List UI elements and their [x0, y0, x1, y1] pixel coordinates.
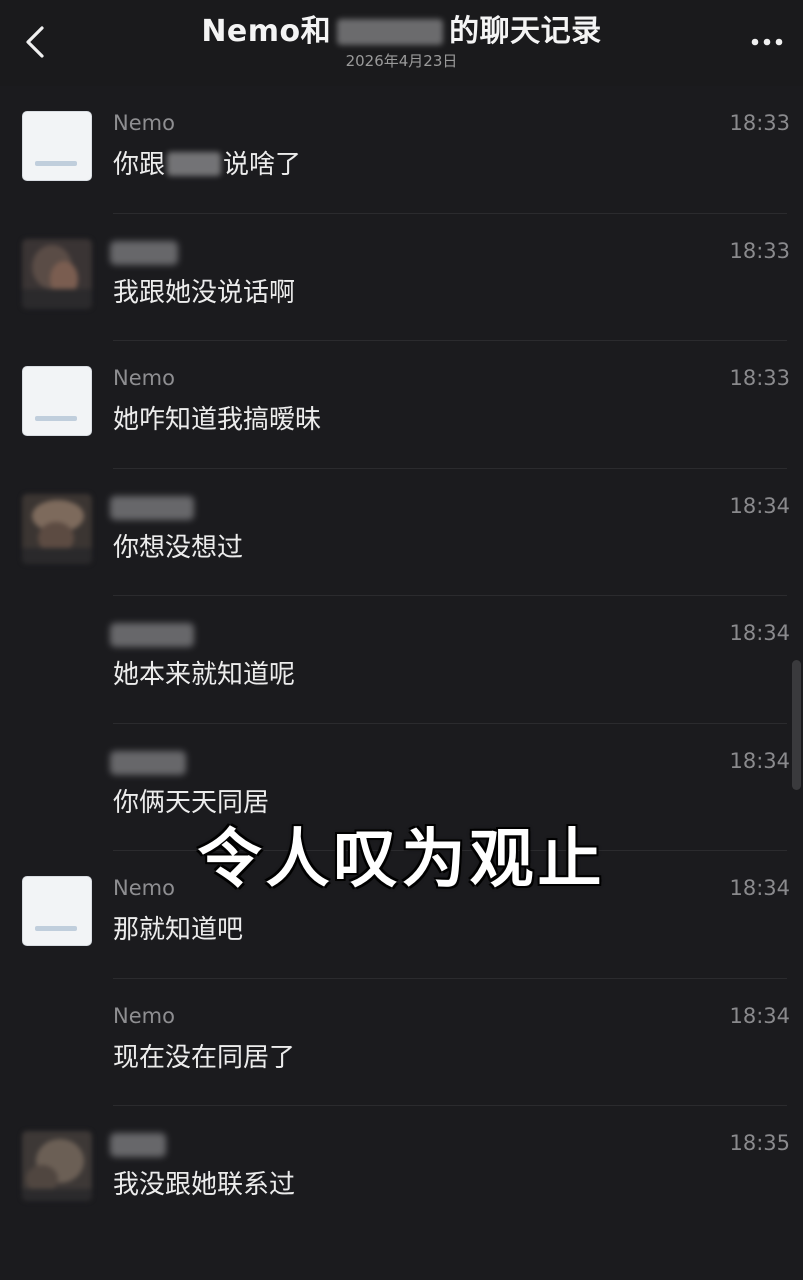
sender-name: Nemo — [113, 876, 175, 900]
chat-history-header: Nemo和 的聊天记录 2026年4月23日 — [0, 0, 803, 86]
page-title: Nemo和 的聊天记录 — [201, 12, 601, 52]
message-item: Nemo 18:34 现在没在同居了 — [0, 979, 803, 1107]
sender-name: Nemo — [113, 366, 175, 390]
sender-name: Nemo — [113, 111, 175, 135]
message-text: 你跟 说啥了 — [113, 148, 301, 182]
message-text: 我没跟她联系过 — [113, 1170, 296, 1200]
message-text: 我跟她没说话啊 — [113, 277, 296, 308]
avatar[interactable] — [22, 1131, 92, 1201]
redacted-sender-name — [110, 1133, 166, 1157]
message-time: 18:33 — [729, 366, 790, 390]
redacted-name — [167, 152, 222, 176]
message-item: Nemo 18:33 你跟 说啥了 — [0, 86, 803, 214]
redacted-sender-name — [110, 750, 186, 775]
message-text-part: 你跟 — [113, 150, 166, 180]
redacted-sender-name — [110, 623, 194, 647]
message-item: 18:34 你俩天天同居 — [0, 724, 803, 852]
message-time: 18:34 — [729, 1003, 790, 1028]
more-button[interactable] — [747, 26, 787, 58]
avatar[interactable] — [22, 876, 92, 946]
avatar[interactable] — [22, 366, 92, 436]
message-text: 你想没想过 — [113, 532, 244, 563]
message-item: Nemo 18:34 那就知道吧 — [0, 851, 803, 979]
title-prefix: Nemo和 — [201, 14, 332, 49]
message-text-part: 说啥了 — [223, 150, 302, 180]
message-item: 18:35 我没跟她联系过 — [0, 1106, 803, 1234]
scrollbar[interactable] — [792, 660, 801, 790]
message-text: 那就知道吧 — [113, 915, 244, 945]
message-time: 18:34 — [729, 493, 790, 518]
redacted-sender-name — [110, 495, 194, 520]
message-item: Nemo 18:33 她咋知道我搞暧昧 — [0, 341, 803, 469]
redacted-sender-name — [110, 240, 178, 265]
message-time: 18:33 — [729, 238, 790, 263]
avatar[interactable] — [22, 238, 92, 309]
message-list[interactable]: Nemo 18:33 你跟 说啥了 18:33 我跟她没说话啊 Nemo 18:3… — [0, 86, 803, 1234]
sender-name: Nemo — [113, 1003, 175, 1028]
redacted-contact-name — [337, 19, 444, 45]
message-item: 18:33 我跟她没说话啊 — [0, 214, 803, 342]
message-text: 现在没在同居了 — [113, 1042, 296, 1073]
title-suffix: 的聊天记录 — [449, 14, 602, 49]
message-time: 18:35 — [729, 1131, 790, 1155]
header-title-block: Nemo和 的聊天记录 2026年4月23日 — [0, 12, 803, 70]
message-time: 18:34 — [729, 748, 790, 773]
chat-date: 2026年4月23日 — [345, 52, 458, 70]
message-time: 18:34 — [729, 621, 790, 645]
message-text: 她本来就知道呢 — [113, 660, 296, 690]
avatar[interactable] — [22, 493, 92, 564]
avatar[interactable] — [22, 111, 92, 181]
message-text: 你俩天天同居 — [113, 787, 270, 818]
message-item: 18:34 她本来就知道呢 — [0, 596, 803, 724]
message-time: 18:33 — [729, 111, 790, 135]
message-text: 她咋知道我搞暧昧 — [113, 405, 322, 435]
message-time: 18:34 — [729, 876, 790, 900]
message-item: 18:34 你想没想过 — [0, 469, 803, 597]
more-horizontal-icon — [751, 38, 783, 46]
